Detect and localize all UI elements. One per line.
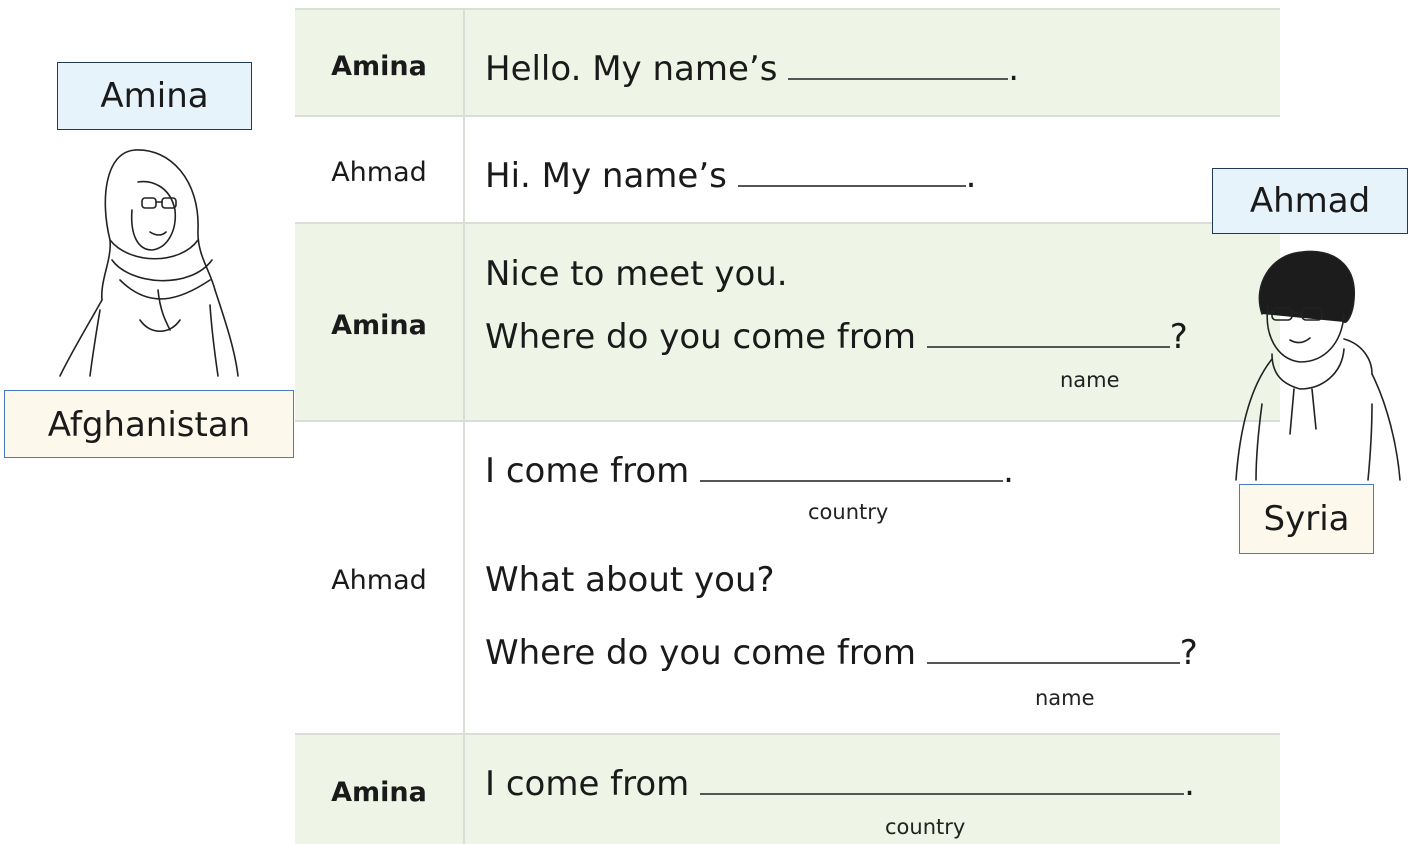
name-blank[interactable] <box>788 48 1009 80</box>
amina-country-text: Afghanistan <box>47 405 251 445</box>
country-blank[interactable] <box>700 450 1004 482</box>
line-punctuation: . <box>965 156 977 196</box>
line-text: Where do you come from <box>485 633 927 673</box>
ahmad-country-label: Syria <box>1239 484 1374 554</box>
dialogue-line: Where do you come from ? <box>485 316 1188 357</box>
dialogue-row-4: Ahmad I come from . country What about y… <box>295 422 1280 735</box>
dialogue-row-1: Amina Hello. My name’s . <box>295 10 1280 117</box>
column-divider <box>463 8 465 844</box>
amina-illustration <box>59 149 239 377</box>
speaker-label: Ahmad <box>331 157 427 188</box>
line-punctuation: . <box>1008 49 1020 89</box>
dialogue-line: Where do you come from ? <box>485 632 1198 673</box>
dialogue-row-2: Ahmad Hi. My name’s . <box>295 117 1280 224</box>
ahmad-country-text: Syria <box>1263 499 1350 539</box>
name-blank[interactable] <box>926 316 1170 348</box>
line-text: Hello. My name’s <box>485 49 789 89</box>
line-text: I come from <box>485 451 701 491</box>
dialogue-row-5: Amina I come from . country <box>295 735 1280 844</box>
line-punctuation: . <box>1184 764 1195 804</box>
dialogue-line: Hi. My name’s . <box>485 155 976 196</box>
line-punctuation: ? <box>1179 633 1198 673</box>
line-text: I come from <box>485 764 701 804</box>
dialogue-table: Amina Hello. My name’s . Ahmad Hi. My na… <box>295 8 1280 844</box>
line-text: Hi. My name’s <box>485 156 738 196</box>
hint-country: country <box>808 500 889 524</box>
country-blank[interactable] <box>700 763 1185 795</box>
name-blank[interactable] <box>926 632 1180 664</box>
line-punctuation: ? <box>1169 317 1188 357</box>
dialogue-line: I come from . <box>485 763 1195 804</box>
amina-country-label: Afghanistan <box>4 390 294 458</box>
speaker-label: Amina <box>331 310 427 341</box>
hint-name: name <box>1035 686 1095 710</box>
ahmad-name-label: Ahmad <box>1212 168 1408 234</box>
dialogue-line: Nice to meet you. <box>485 254 788 294</box>
dialogue-line: I come from . <box>485 450 1014 491</box>
amina-name-label: Amina <box>57 62 252 130</box>
ahmad-illustration <box>1235 250 1401 481</box>
speaker-label: Amina <box>331 51 427 82</box>
hint-country: country <box>885 815 966 839</box>
line-punctuation: . <box>1003 451 1014 491</box>
dialogue-line: Hello. My name’s . <box>485 48 1019 89</box>
dialogue-line: What about you? <box>485 560 775 600</box>
line-text: Where do you come from <box>485 317 927 357</box>
ahmad-name-text: Ahmad <box>1249 181 1371 221</box>
amina-name-text: Amina <box>100 76 209 116</box>
name-blank[interactable] <box>737 155 966 187</box>
speaker-label: Ahmad <box>331 565 427 596</box>
dialogue-row-3: Amina Nice to meet you. Where do you com… <box>295 224 1280 422</box>
speaker-label: Amina <box>331 777 427 808</box>
hint-name: name <box>1060 368 1120 392</box>
